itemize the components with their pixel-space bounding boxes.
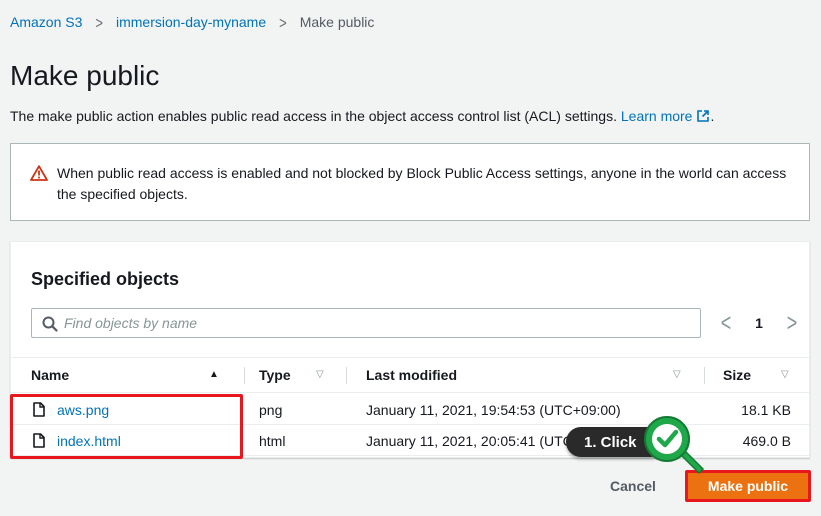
breadcrumb-current: Make public [299,14,375,30]
current-page-number[interactable]: 1 [755,315,763,331]
object-size: 469.0 B [742,433,791,449]
prev-page-button[interactable]: < [719,308,733,337]
column-header-size[interactable]: Size [723,358,751,392]
warning-icon [30,165,48,186]
breadcrumb-amazon-s3[interactable]: Amazon S3 [10,14,82,30]
page-title: Make public [10,60,160,91]
column-header-last-modified[interactable]: Last modified [366,358,457,392]
learn-more-label: Learn more [620,108,693,124]
search-box [31,308,701,338]
highlight-box [10,394,243,459]
breadcrumb-bucket[interactable]: immersion-day-myname [116,14,266,30]
object-type: html [259,433,286,449]
object-last-modified: January 11, 2021, 19:54:53 (UTC+09:00) [366,402,621,418]
external-link-icon [696,109,710,126]
panel-title: Specified objects [31,269,180,289]
sort-icon[interactable]: ▽ [316,369,324,380]
sort-icon[interactable]: ▽ [781,369,789,380]
object-type: png [259,402,283,418]
search-icon [42,316,58,337]
click-marker-icon [641,413,705,477]
sort-ascending-icon[interactable]: ▲ [209,369,219,380]
column-divider [346,367,347,384]
column-header-type[interactable]: Type [259,358,291,392]
chevron-right-icon: > [279,12,287,32]
public-access-warning: When public read access is enabled and n… [10,143,810,221]
description-text: The make public action enables public re… [10,108,617,124]
table-header: Name ▲ Type ▽ Last modified ▽ Size ▽ [11,357,809,393]
chevron-right-icon: > [95,12,103,32]
learn-more-link[interactable]: Learn more [621,108,711,124]
column-header-name[interactable]: Name [31,358,69,392]
cancel-button[interactable]: Cancel [598,474,668,498]
warning-text: When public read access is enabled and n… [57,165,787,202]
breadcrumb: Amazon S3 > immersion-day-myname > Make … [10,12,374,32]
column-divider [244,367,245,384]
object-size: 18.1 KB [741,402,791,418]
sort-icon[interactable]: ▽ [673,369,681,380]
search-input[interactable] [64,309,684,337]
description-end: . [710,108,715,124]
page-description: The make public action enables public re… [10,108,714,126]
column-divider [704,367,705,384]
next-page-button[interactable]: > [785,308,799,337]
pagination: < 1 > [719,308,799,336]
